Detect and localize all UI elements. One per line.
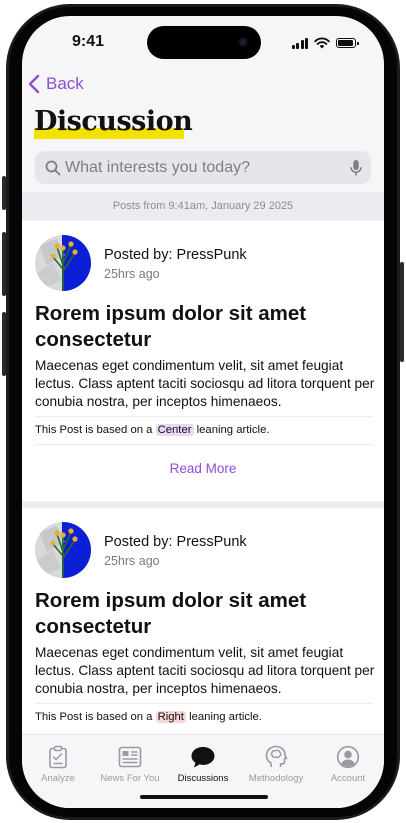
post-title[interactable]: Rorem ipsum dolor sit amet consectetur	[35, 301, 365, 353]
chat-bubble-icon	[191, 747, 215, 768]
post-author: Posted by: PressPunk	[104, 534, 247, 550]
avatar	[35, 235, 91, 291]
post-card: Posted by: PressPunk 25hrs ago Rorem ips…	[22, 221, 384, 501]
lean-prefix: This Post is based on a	[35, 424, 153, 436]
tab-label: Discussions	[177, 773, 229, 784]
lean-tag-right: Right	[155, 711, 186, 723]
home-indicator[interactable]	[140, 795, 268, 799]
tab-account[interactable]: Account	[312, 743, 384, 784]
lean-tag-center: Center	[155, 424, 194, 436]
post-separator	[22, 501, 384, 508]
lean-prefix: This Post is based on a	[35, 711, 153, 723]
action-button	[2, 176, 6, 210]
tab-news-for-you[interactable]: News For You	[94, 743, 166, 784]
tab-label: Analyze	[41, 773, 75, 784]
screen: 9:41 Back Discussion What interests you …	[22, 16, 384, 808]
cellular-signal-icon	[291, 37, 308, 49]
lean-suffix: leaning article.	[196, 424, 270, 436]
microphone-icon[interactable]	[350, 159, 362, 177]
status-bar: 9:41	[22, 16, 384, 66]
divider	[35, 703, 373, 704]
status-time: 9:41	[72, 33, 105, 50]
person-circle-icon	[336, 745, 360, 769]
status-icons	[291, 37, 359, 49]
post-age: 25hrs ago	[104, 267, 160, 281]
post-body: Maecenas eget condimentum velit, sit ame…	[35, 645, 375, 696]
search-input[interactable]	[65, 158, 350, 177]
wifi-icon	[314, 37, 330, 49]
post-body: Maecenas eget condimentum velit, sit ame…	[35, 358, 375, 409]
tab-methodology[interactable]: Methodology	[240, 743, 312, 784]
clipboard-icon	[49, 745, 67, 769]
post-author: Posted by: PressPunk	[104, 247, 247, 263]
volume-down-button	[2, 312, 6, 376]
power-button	[400, 262, 404, 362]
posts-timestamp-banner: Posts from 9:41am, January 29 2025	[22, 192, 384, 220]
search-bar	[35, 151, 371, 184]
tab-label: News For You	[100, 773, 160, 784]
dynamic-island	[147, 26, 261, 59]
back-button[interactable]: Back	[28, 72, 84, 96]
post-lean-note: This Post is based on a Right leaning ar…	[35, 711, 262, 723]
chevron-left-icon	[28, 74, 40, 94]
tab-label: Methodology	[248, 773, 304, 784]
post-card: Posted by: PressPunk 25hrs ago Rorem ips…	[22, 508, 384, 734]
divider	[35, 444, 373, 445]
post-title[interactable]: Rorem ipsum dolor sit amet consectetur	[35, 588, 365, 640]
brain-head-icon	[265, 745, 288, 767]
page-title: Discussion	[34, 106, 193, 137]
camera-icon	[238, 37, 248, 47]
search-icon	[45, 160, 61, 175]
read-more-link[interactable]: Read More	[22, 461, 384, 476]
post-age: 25hrs ago	[104, 554, 160, 568]
tab-discussions[interactable]: Discussions	[167, 743, 239, 784]
tab-analyze[interactable]: Analyze	[22, 743, 94, 784]
tab-label: Account	[330, 773, 366, 784]
back-label: Back	[46, 74, 84, 93]
lean-suffix: leaning article.	[189, 711, 262, 723]
battery-icon	[336, 38, 359, 48]
volume-up-button	[2, 232, 6, 296]
divider	[35, 416, 373, 417]
newspaper-icon	[118, 746, 142, 768]
post-lean-note: This Post is based on a Center leaning a…	[35, 424, 270, 436]
avatar	[35, 522, 91, 578]
